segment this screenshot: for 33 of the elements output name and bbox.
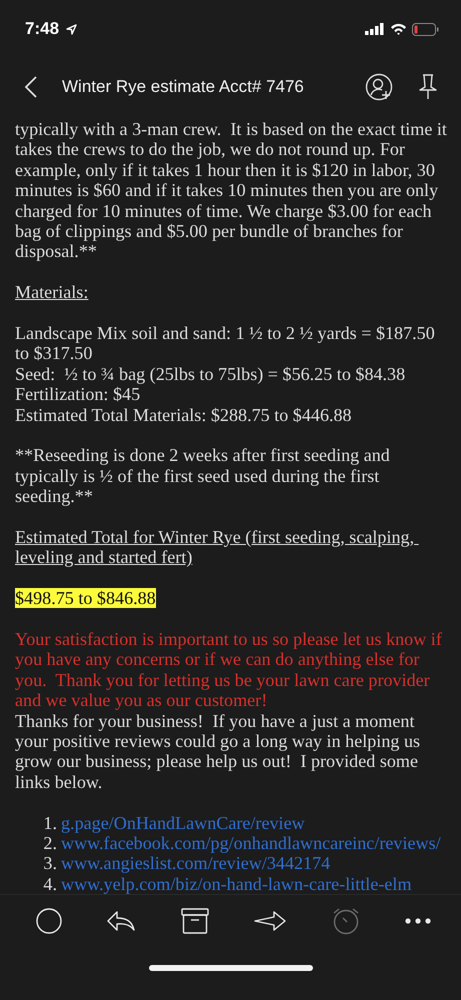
review-link[interactable]: www.angieslist.com/review/3442174 xyxy=(61,853,330,874)
archive-icon[interactable] xyxy=(180,908,209,934)
review-link[interactable]: www.yelp.com/biz/on-hand-lawn-care-little-elm xyxy=(61,874,412,894)
section-heading: Estimated Total for Winter Rye (first seeding, scalping, leveling and started fert) xyxy=(15,527,416,568)
review-link[interactable]: g.page/OnHandLawnCare/review xyxy=(61,812,305,834)
list-number: 3. xyxy=(42,853,57,874)
material-line: Seed: ½ to ¾ bag (25lbs to 75lbs) = $56.25 to $84.38 xyxy=(15,364,406,384)
back-icon[interactable] xyxy=(24,76,38,98)
forward-icon[interactable] xyxy=(254,910,286,932)
satisfaction-message: Your satisfaction is important to us so please let us know if you have any concerns or if we can do anything else for you. Thank you for letting us be your lawn care provider and we value you as our customer! xyxy=(15,629,443,711)
reply-icon[interactable] xyxy=(107,910,136,932)
signal-icon xyxy=(365,23,385,36)
message-paragraph: **Reseeding is done 2 weeks after first seeding and typically is ½ of the first seed used during the first seeding.** xyxy=(15,445,391,507)
message-paragraph: Thanks for your business! If you have a just a moment your positive reviews could go a long way in helping us grow our business; please help us out! I provided some links below. xyxy=(15,710,422,792)
message-title: Winter Rye estimate Acct# 7476 xyxy=(62,76,304,97)
review-link[interactable]: www.facebook.com/pg/onhandlawncareinc/reviews/ xyxy=(61,833,441,854)
circle-icon[interactable] xyxy=(36,908,62,934)
battery-icon xyxy=(412,22,439,36)
material-line: Estimated Total Materials: $288.75 to $446.88 xyxy=(15,404,353,426)
list-number: 1. xyxy=(42,812,57,834)
material-line: Landscape Mix soil and sand: 1 ½ to 2 ½ yards = $187.50 to $317.50 xyxy=(15,322,436,364)
status-time: 7:48 xyxy=(25,19,60,40)
list-number: 4. xyxy=(42,874,57,894)
material-line: Fertilization: $45 xyxy=(15,384,142,405)
pin-icon[interactable] xyxy=(417,74,439,100)
more-icon[interactable] xyxy=(404,918,431,924)
wifi-icon xyxy=(390,23,407,36)
section-heading: Materials: xyxy=(15,282,88,302)
location-arrow-icon xyxy=(66,24,78,35)
highlighted-total: $498.75 to $846.88 xyxy=(15,588,156,608)
list-number: 2. xyxy=(42,833,57,854)
message-paragraph: typically with a 3-man crew. It is based on the exact time it takes the crews to do the job, we do not round up. For example, only if it takes 1 hour then it is $120 in labor, 30 minutes is $60 and if it takes 10 minutes then you are only charged for 10 minutes of time. We charge $3.00 for each bag of clippings and $5.00 per bundle of branches for disposal.** xyxy=(15,118,448,262)
add-person-icon[interactable] xyxy=(365,72,393,101)
